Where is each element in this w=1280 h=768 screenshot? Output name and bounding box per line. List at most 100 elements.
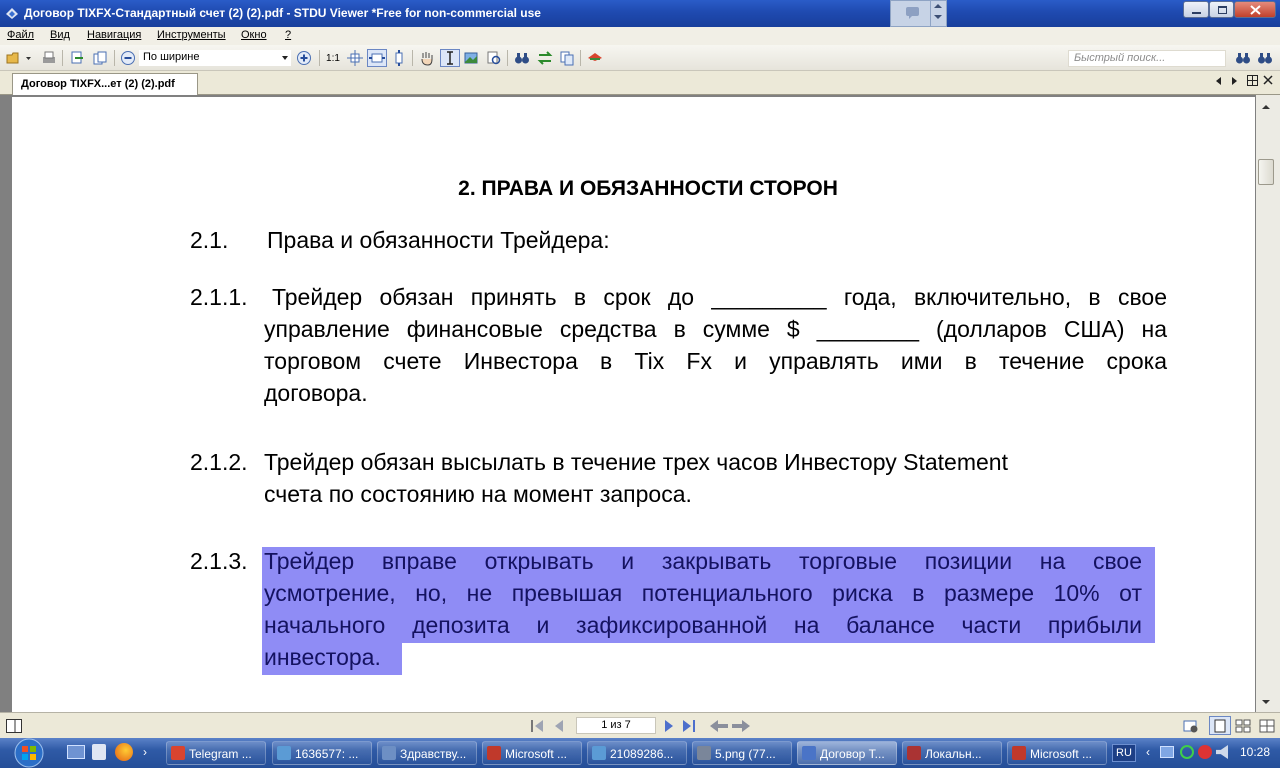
zoom-mode-select[interactable]: По ширине	[139, 50, 291, 66]
text-select-tool-button[interactable]	[440, 49, 460, 67]
page-number-input[interactable]: 1 из 7	[576, 717, 656, 734]
fit-height-button[interactable]	[390, 49, 408, 67]
pdf-page[interactable]: 2. ПРАВА И ОБЯЗАННОСТИ СТОРОН 2.1. Права…	[12, 97, 1255, 714]
paragraph-2-1-3-selected[interactable]: Трейдер вправе открывать и закрывать тор…	[264, 545, 1142, 673]
history-forward-button[interactable]	[732, 718, 750, 733]
task-label: 1636577: ...	[295, 747, 359, 761]
history-back-button[interactable]	[710, 718, 728, 733]
menu-tools[interactable]: Инструменты	[157, 29, 226, 41]
magnifier-page-icon	[487, 51, 501, 65]
minimize-button[interactable]	[1183, 1, 1209, 18]
file-manager-icon[interactable]	[92, 744, 106, 760]
menu-window[interactable]: Окно	[241, 29, 267, 41]
binoculars-icon	[515, 53, 529, 64]
scroll-down-icon[interactable]	[1262, 700, 1270, 704]
thumbnail-view-button[interactable]	[1258, 718, 1276, 733]
two-page-view-button[interactable]	[1234, 718, 1252, 733]
task-label: 21089286...	[610, 747, 674, 761]
fit-width-icon	[369, 53, 385, 63]
show-desktop-icon[interactable]	[67, 745, 85, 759]
language-indicator[interactable]: RU	[1112, 744, 1136, 762]
properties-button[interactable]	[558, 49, 576, 67]
menu-view[interactable]: Вид	[50, 29, 70, 41]
tab-scroll-right-button[interactable]	[1232, 76, 1237, 88]
restore-button[interactable]	[1209, 1, 1234, 18]
hand-tool-button[interactable]	[418, 49, 436, 67]
quick-search-input[interactable]: Быстрый поиск...	[1068, 50, 1226, 67]
chevron-down-icon	[282, 56, 288, 60]
search-prev-button[interactable]	[1256, 49, 1274, 67]
document-viewport[interactable]: 2. ПРАВА И ОБЯЗАННОСТИ СТОРОН 2.1. Права…	[0, 95, 1280, 714]
tray-expand-icon[interactable]: ‹	[1146, 745, 1150, 759]
task-21089286[interactable]: 21089286...	[587, 741, 687, 765]
two-page-icon	[1235, 719, 1251, 732]
last-page-button[interactable]	[681, 718, 697, 733]
firefox-icon[interactable]	[115, 743, 133, 761]
next-page-button[interactable]	[662, 718, 676, 733]
print-button[interactable]	[40, 49, 58, 67]
task-microsoft-1[interactable]: Microsoft ...	[482, 741, 582, 765]
snapshot-tool-button[interactable]	[485, 49, 503, 67]
network-tray-icon[interactable]	[1160, 746, 1174, 758]
task-label: Локальн...	[925, 747, 982, 761]
selected-line: усмотрение, но, не превышая потенциально…	[264, 580, 1142, 606]
fit-page-button[interactable]	[346, 49, 364, 67]
telegram-icon	[171, 746, 185, 760]
zoom-in-button[interactable]	[295, 49, 313, 67]
task-image[interactable]: 5.png (77...	[692, 741, 792, 765]
floating-box-arrows[interactable]	[930, 1, 946, 26]
floating-toolbar-box[interactable]	[890, 0, 947, 27]
task-local[interactable]: Локальн...	[902, 741, 1002, 765]
scroll-up-icon[interactable]	[1262, 105, 1270, 109]
fit-width-button[interactable]	[367, 49, 387, 67]
sync-button[interactable]	[536, 49, 554, 67]
start-button[interactable]	[3, 738, 55, 768]
next-page-icon	[665, 719, 673, 732]
volume-icon[interactable]	[1216, 745, 1228, 759]
paragraph-line: договора.	[264, 380, 368, 406]
bookmark-button[interactable]	[586, 49, 604, 67]
tab-scroll-left-button[interactable]	[1216, 76, 1221, 88]
tab-document[interactable]: Договор TIXFX...ет (2) (2).pdf	[12, 73, 198, 95]
prev-page-button[interactable]	[552, 718, 566, 733]
notification-tray-icon[interactable]	[1198, 745, 1212, 759]
binoculars-icon	[1236, 53, 1250, 64]
hand-icon	[421, 52, 433, 66]
task-microsoft-2[interactable]: Microsoft ...	[1007, 741, 1107, 765]
export-button[interactable]	[68, 49, 86, 67]
menu-navigation[interactable]: Навигация	[87, 29, 141, 41]
task-stdu-viewer[interactable]: Договор Т...	[797, 741, 897, 765]
close-button[interactable]	[1234, 1, 1276, 18]
settings-button[interactable]	[1183, 718, 1199, 733]
network-icon	[907, 746, 921, 760]
search-next-button[interactable]	[1234, 49, 1252, 67]
chevron-right-icon[interactable]: ›	[143, 745, 147, 759]
vertical-scrollbar[interactable]	[1256, 95, 1280, 712]
menu-file[interactable]: Файл	[7, 29, 34, 41]
task-1636577[interactable]: 1636577: ...	[272, 741, 372, 765]
single-page-view-button[interactable]	[1209, 716, 1231, 735]
zoom-out-button[interactable]	[119, 49, 137, 67]
task-greeting[interactable]: Здравству...	[377, 741, 477, 765]
tab-list-button[interactable]	[1247, 75, 1258, 89]
copy-pages-button[interactable]	[91, 49, 109, 67]
scroll-thumb[interactable]	[1258, 159, 1274, 185]
clock[interactable]: 10:28	[1240, 745, 1270, 759]
bookmark-arrow-icon	[588, 53, 602, 61]
task-label: Договор Т...	[820, 747, 885, 761]
item-number: 2.1.3.	[190, 548, 248, 574]
arrow-left-icon	[710, 719, 728, 732]
toggle-sidebar-button[interactable]	[6, 718, 22, 733]
document-icon	[382, 746, 396, 760]
task-telegram[interactable]: Telegram ...	[166, 741, 266, 765]
first-page-button[interactable]	[529, 718, 545, 733]
image-select-tool-button[interactable]	[462, 49, 480, 67]
selected-line: Трейдер вправе открывать и закрывать тор…	[264, 548, 1142, 574]
icq-tray-icon[interactable]	[1180, 745, 1194, 759]
find-button[interactable]	[513, 49, 531, 67]
menu-help[interactable]: ?	[285, 29, 291, 41]
actual-size-button[interactable]: 1:1	[324, 49, 342, 67]
actual-size-label: 1:1	[326, 52, 340, 64]
open-folder-button[interactable]	[5, 49, 33, 67]
tab-close-button[interactable]	[1263, 75, 1273, 88]
